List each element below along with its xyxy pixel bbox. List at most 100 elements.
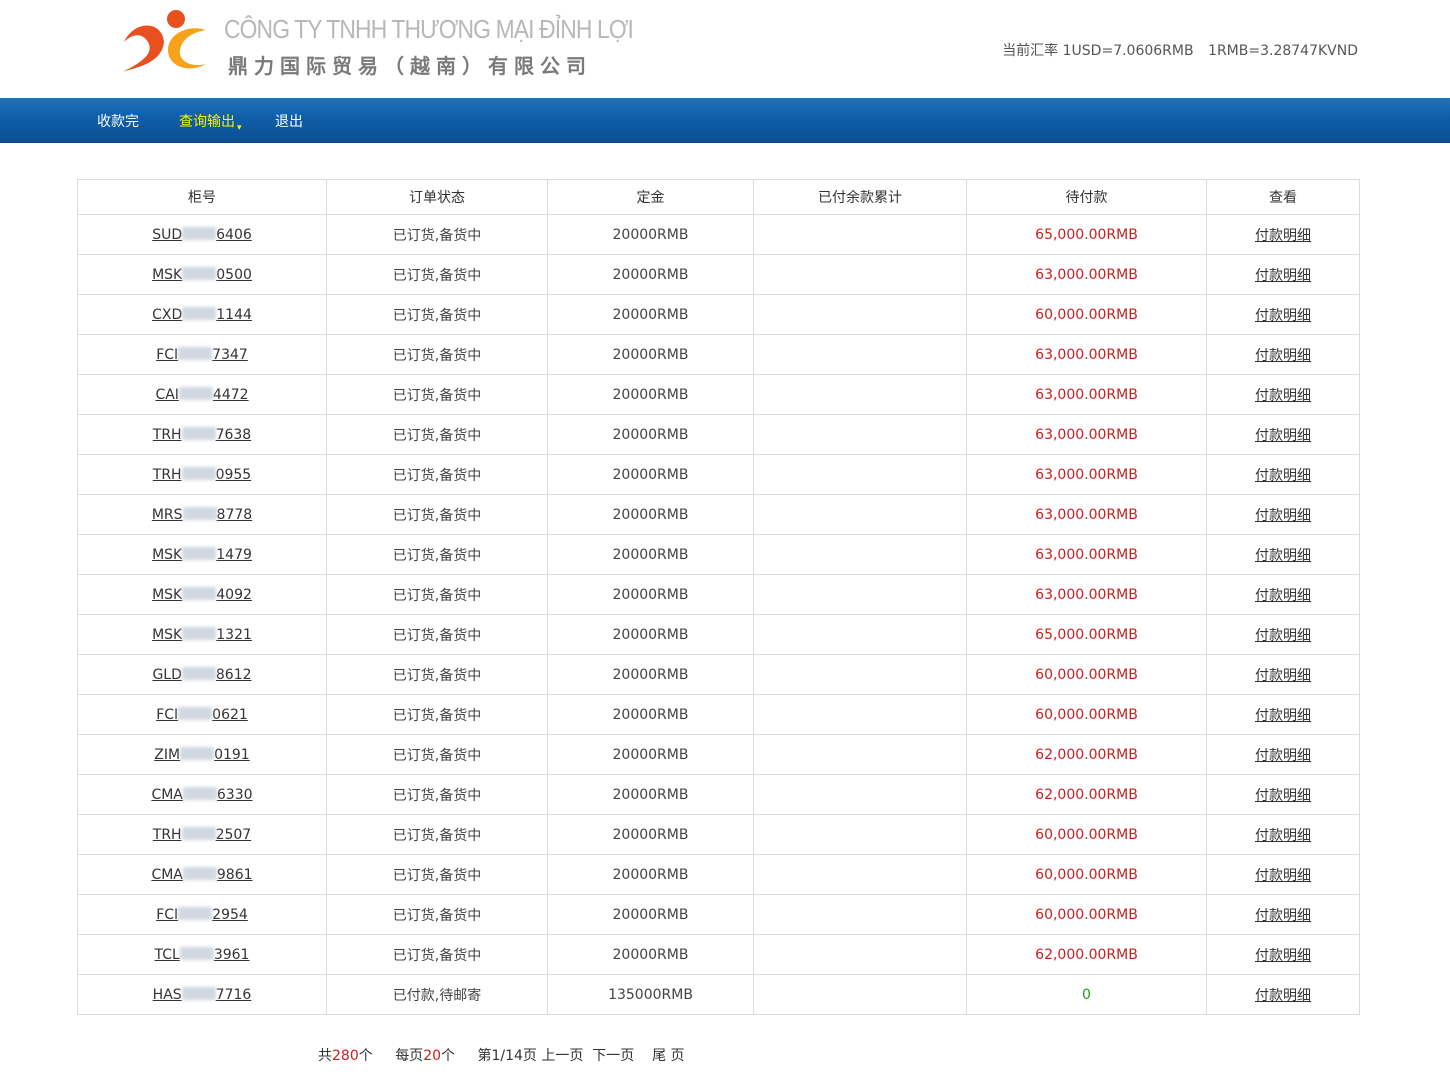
payment-detail-link[interactable]: 付款明细 bbox=[1255, 228, 1311, 244]
payment-detail-link[interactable]: 付款明细 bbox=[1255, 308, 1311, 324]
table-row: CMA 6330 已订货,备货中 20000RMB 62,000.00RMB 付款明细 bbox=[77, 774, 1360, 815]
payment-detail-link[interactable]: 付款明细 bbox=[1255, 588, 1311, 604]
cell-paid-total bbox=[753, 374, 967, 415]
cell-amount-due: 63,000.00RMB bbox=[966, 414, 1207, 455]
payment-detail-link[interactable]: 付款明细 bbox=[1255, 868, 1311, 884]
table-row: CAI 4472 已订货,备货中 20000RMB 63,000.00RMB 付款明细 bbox=[77, 374, 1360, 415]
payment-detail-link[interactable]: 付款明细 bbox=[1255, 708, 1311, 724]
container-suffix: 9861 bbox=[216, 866, 253, 883]
cell-order-status: 已订货,备货中 bbox=[326, 574, 548, 615]
table-row: TCL 3961 已订货,备货中 20000RMB 62,000.00RMB 付款明细 bbox=[77, 934, 1360, 975]
payment-detail-link[interactable]: 付款明细 bbox=[1255, 908, 1311, 924]
redacted-mask bbox=[181, 826, 216, 840]
container-prefix: SUD bbox=[152, 226, 183, 243]
container-suffix: 0500 bbox=[216, 266, 252, 283]
payment-detail-link[interactable]: 付款明细 bbox=[1255, 508, 1311, 524]
cell-order-status: 已订货,备货中 bbox=[326, 454, 548, 495]
pager-per-page-prefix: 每页 bbox=[395, 1048, 424, 1064]
container-no-link[interactable]: CMA 6330 bbox=[151, 786, 253, 803]
cell-view: 付款明细 bbox=[1206, 774, 1360, 815]
redacted-mask bbox=[182, 786, 217, 800]
cell-paid-total bbox=[753, 534, 967, 575]
cell-paid-total bbox=[753, 734, 967, 775]
container-no-link[interactable]: CXD 1144 bbox=[152, 306, 252, 323]
payment-detail-link[interactable]: 付款明细 bbox=[1255, 668, 1311, 684]
cell-deposit: 20000RMB bbox=[547, 694, 754, 735]
container-no-link[interactable]: MSK 4092 bbox=[152, 586, 252, 603]
cell-paid-total bbox=[753, 894, 967, 935]
cell-deposit: 20000RMB bbox=[547, 774, 754, 815]
cell-amount-due: 62,000.00RMB bbox=[966, 774, 1207, 815]
pager-prev-link[interactable]: 上一页 bbox=[541, 1048, 583, 1064]
payment-detail-link[interactable]: 付款明细 bbox=[1255, 788, 1311, 804]
cell-deposit: 20000RMB bbox=[547, 294, 754, 335]
container-suffix: 7347 bbox=[212, 346, 248, 363]
payment-detail-link[interactable]: 付款明细 bbox=[1255, 268, 1311, 284]
table-row: TRH 7638 已订货,备货中 20000RMB 63,000.00RMB 付款明细 bbox=[77, 414, 1360, 455]
container-prefix: GLD bbox=[152, 666, 182, 683]
cell-order-status: 已订货,备货中 bbox=[326, 654, 548, 695]
pager-per-page-count: 20 bbox=[423, 1048, 442, 1064]
redacted-mask bbox=[181, 426, 216, 440]
cell-view: 付款明细 bbox=[1206, 894, 1360, 935]
nav-item-query-export[interactable]: 查询输出 ▾ bbox=[179, 111, 242, 133]
container-no-link[interactable]: TRH 7638 bbox=[153, 426, 251, 443]
pager-last-link[interactable]: 尾 页 bbox=[652, 1048, 684, 1064]
container-no-link[interactable]: TRH 2507 bbox=[153, 826, 251, 843]
exchange-rate: 当前汇率 1USD=7.0606RMB 1RMB=3.28747KVND bbox=[1002, 40, 1358, 60]
chevron-down-icon: ▾ bbox=[237, 123, 242, 133]
cell-container-no: CMA 9861 bbox=[77, 854, 327, 895]
container-no-link[interactable]: FCI 7347 bbox=[156, 346, 248, 363]
cell-order-status: 已订货,备货中 bbox=[326, 734, 548, 775]
container-no-link[interactable]: CAI 4472 bbox=[155, 386, 249, 403]
cell-amount-due: 63,000.00RMB bbox=[966, 454, 1207, 495]
container-no-link[interactable]: TRH 0955 bbox=[153, 466, 251, 483]
container-no-link[interactable]: TCL 3961 bbox=[154, 946, 249, 963]
table-row: TRH 0955 已订货,备货中 20000RMB 63,000.00RMB 付款明细 bbox=[77, 454, 1360, 495]
cell-paid-total bbox=[753, 334, 967, 375]
container-prefix: CMA bbox=[151, 786, 183, 803]
payment-detail-link[interactable]: 付款明细 bbox=[1255, 748, 1311, 764]
container-no-link[interactable]: MSK 1479 bbox=[152, 546, 252, 563]
container-no-link[interactable]: CMA 9861 bbox=[151, 866, 253, 883]
redacted-mask bbox=[178, 346, 213, 360]
payment-detail-link[interactable]: 付款明细 bbox=[1255, 348, 1311, 364]
cell-deposit: 20000RMB bbox=[547, 734, 754, 775]
cell-amount-due: 62,000.00RMB bbox=[966, 934, 1207, 975]
payment-detail-link[interactable]: 付款明细 bbox=[1255, 988, 1311, 1004]
payment-detail-link[interactable]: 付款明细 bbox=[1255, 828, 1311, 844]
cell-amount-due: 63,000.00RMB bbox=[966, 494, 1207, 535]
cell-order-status: 已订货,备货中 bbox=[326, 534, 548, 575]
container-suffix: 6330 bbox=[216, 786, 253, 803]
container-no-link[interactable]: GLD 8612 bbox=[152, 666, 252, 683]
container-prefix: TCL bbox=[154, 946, 180, 963]
container-no-link[interactable]: HAS 7716 bbox=[153, 986, 251, 1003]
payment-detail-link[interactable]: 付款明细 bbox=[1255, 948, 1311, 964]
payment-detail-link[interactable]: 付款明细 bbox=[1255, 388, 1311, 404]
container-no-link[interactable]: ZIM 0191 bbox=[154, 746, 250, 763]
container-no-link[interactable]: FCI 2954 bbox=[156, 906, 248, 923]
table-row: CXD 1144 已订货,备货中 20000RMB 60,000.00RMB 付款明细 bbox=[77, 294, 1360, 335]
nav-item-collected[interactable]: 收款完 bbox=[97, 111, 139, 131]
container-no-link[interactable]: SUD 6406 bbox=[152, 226, 252, 243]
container-prefix: FCI bbox=[156, 706, 179, 723]
pager-next-link[interactable]: 下一页 bbox=[592, 1048, 634, 1064]
cell-deposit: 135000RMB bbox=[547, 974, 754, 1015]
container-no-link[interactable]: FCI 0621 bbox=[156, 706, 248, 723]
container-no-link[interactable]: MSK 0500 bbox=[152, 266, 252, 283]
container-no-link[interactable]: MRS 8778 bbox=[152, 506, 252, 523]
container-no-link[interactable]: MSK 1321 bbox=[152, 626, 252, 643]
payment-detail-link[interactable]: 付款明细 bbox=[1255, 468, 1311, 484]
payment-detail-link[interactable]: 付款明细 bbox=[1255, 428, 1311, 444]
nav-item-logout[interactable]: 退出 bbox=[275, 111, 303, 131]
payment-detail-link[interactable]: 付款明细 bbox=[1255, 548, 1311, 564]
rate-usd: 1USD=7.0606RMB bbox=[1062, 43, 1194, 59]
payment-detail-link[interactable]: 付款明细 bbox=[1255, 628, 1311, 644]
cell-deposit: 20000RMB bbox=[547, 854, 754, 895]
cell-amount-due: 63,000.00RMB bbox=[966, 574, 1207, 615]
redacted-mask bbox=[181, 466, 216, 480]
redacted-mask bbox=[182, 866, 217, 880]
company-name-chinese: 鼎力国际贸易（越南）有限公司 bbox=[228, 54, 592, 78]
table-header-row: 柜号 订单状态 定金 已付余款累计 待付款 查看 bbox=[77, 179, 1360, 215]
table-row: ZIM 0191 已订货,备货中 20000RMB 62,000.00RMB 付款明细 bbox=[77, 734, 1360, 775]
